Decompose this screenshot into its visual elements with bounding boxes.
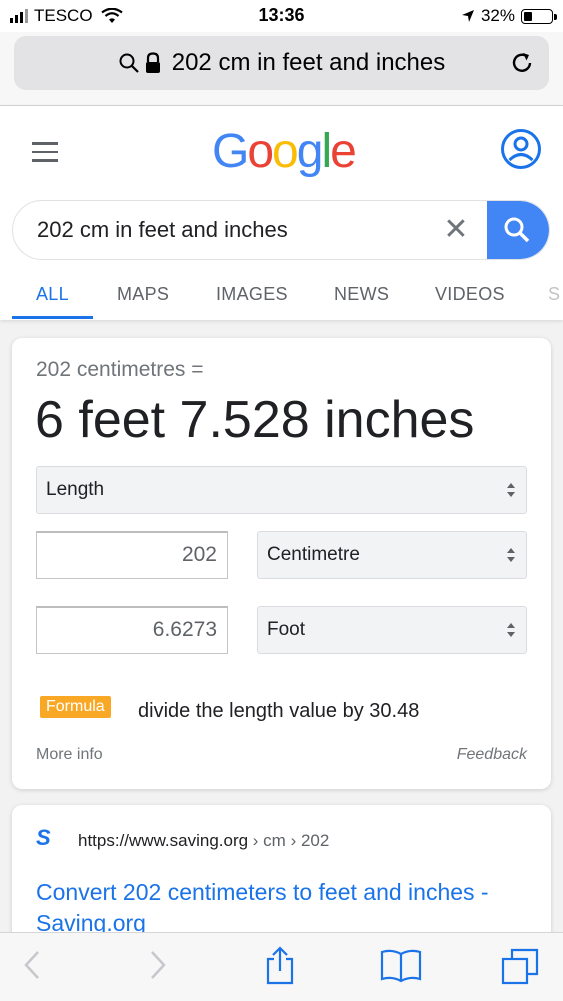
address-bar[interactable]: 202 cm in feet and inches [14, 36, 549, 90]
search-tabs: ALL MAPS IMAGES NEWS VIDEOS S [0, 276, 563, 320]
more-info-link[interactable]: More info [36, 746, 103, 764]
tab-videos[interactable]: VIDEOS [435, 284, 505, 305]
tab-shopping-partial[interactable]: S [548, 284, 560, 305]
clear-icon[interactable]: ✕ [441, 215, 471, 245]
output-unit-select[interactable]: Foot [257, 606, 527, 654]
converter-subtitle: 202 centimetres = [36, 358, 204, 381]
browser-chrome: 202 cm in feet and inches [0, 32, 563, 106]
lock-icon [145, 52, 160, 73]
tabs-icon[interactable] [500, 947, 540, 985]
result-title-link[interactable]: Convert 202 centimeters to feet and inch… [36, 877, 536, 939]
status-bar: TESCO 13:36 32% [0, 0, 563, 32]
input-unit-label: Centimetre [267, 544, 360, 565]
share-icon[interactable] [264, 945, 296, 985]
browser-toolbar [0, 932, 563, 1001]
back-icon[interactable] [22, 949, 44, 981]
tab-news[interactable]: NEWS [334, 284, 389, 305]
select-arrows-icon [507, 483, 515, 497]
search-button[interactable] [487, 201, 549, 259]
menu-icon[interactable] [32, 142, 58, 162]
search-box[interactable]: 202 cm in feet and inches ✕ [12, 200, 550, 260]
input-value-field[interactable]: 202 [36, 531, 228, 579]
address-text: 202 cm in feet and inches [171, 49, 446, 76]
unit-converter-card: 202 centimetres = 6 feet 7.528 inches Le… [12, 338, 551, 789]
tab-maps[interactable]: MAPS [117, 284, 169, 305]
search-input[interactable]: 202 cm in feet and inches [37, 201, 288, 259]
formula-badge: Formula [40, 696, 111, 718]
logo-letter: G [212, 125, 249, 178]
battery-fill [524, 11, 532, 21]
search-result: S https://www.saving.org › cm › 202 Conv… [12, 805, 551, 945]
tab-all[interactable]: ALL [36, 284, 69, 305]
select-arrows-icon [507, 548, 515, 562]
feedback-link[interactable]: Feedback [457, 746, 527, 764]
active-tab-indicator [12, 316, 93, 319]
battery-percent: 32% [480, 6, 515, 25]
battery-icon [521, 8, 557, 24]
reload-icon[interactable] [509, 50, 535, 76]
tab-images[interactable]: IMAGES [216, 284, 288, 305]
search-icon [119, 53, 139, 73]
account-icon[interactable] [500, 128, 542, 170]
forward-icon[interactable] [146, 949, 168, 981]
google-logo[interactable]: Google [212, 124, 357, 179]
formula-text: divide the length value by 30.48 [138, 700, 420, 722]
search-icon [504, 217, 530, 243]
logo-letter: l [321, 125, 332, 178]
logo-letter: o [272, 125, 299, 178]
logo-letter: o [247, 125, 274, 178]
output-unit-label: Foot [267, 619, 306, 640]
location-arrow-icon [461, 10, 474, 22]
status-right: 32% [461, 6, 557, 26]
result-url-base: https://www.saving.org [78, 831, 249, 850]
logo-letter: e [330, 125, 357, 178]
converter-result: 6 feet 7.528 inches [35, 391, 475, 449]
output-value-field[interactable]: 6.6273 [36, 606, 228, 654]
select-arrows-icon [507, 623, 515, 637]
quantity-select-label: Length [46, 479, 105, 500]
logo-letter: g [296, 125, 324, 178]
result-url-crumbs: › cm › 202 [248, 831, 330, 850]
google-header: Google 202 cm in feet and inches ✕ ALL M… [0, 106, 563, 320]
bookmarks-icon[interactable] [380, 949, 422, 983]
quantity-select[interactable]: Length [36, 466, 527, 514]
result-url[interactable]: https://www.saving.org › cm › 202 [78, 831, 329, 851]
input-unit-select[interactable]: Centimetre [257, 531, 527, 579]
site-favicon: S [36, 825, 51, 850]
